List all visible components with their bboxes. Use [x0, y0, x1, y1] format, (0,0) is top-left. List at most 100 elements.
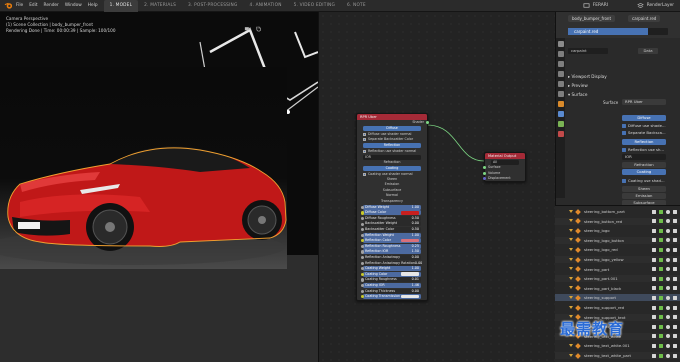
outliner-row[interactable]: steering_part	[555, 266, 680, 273]
input-socket-icon[interactable]	[361, 272, 365, 277]
material-slot-selected[interactable]: carpaint.red	[568, 28, 648, 35]
input-socket-icon[interactable]	[361, 278, 365, 282]
render-camera-icon[interactable]	[673, 209, 677, 214]
filter-funnel-icon[interactable]	[652, 238, 656, 243]
input-socket-icon[interactable]	[361, 256, 365, 260]
input-socket-icon[interactable]	[483, 171, 487, 175]
menu-file[interactable]: File	[16, 3, 23, 8]
camera-icon[interactable]	[244, 25, 251, 32]
node-input-field[interactable]: Reflection Color	[361, 238, 421, 244]
visibility-eye-icon[interactable]	[666, 353, 670, 358]
visibility-eye-icon[interactable]	[666, 324, 670, 329]
mesh-data-icon[interactable]	[659, 324, 663, 329]
node-input-field[interactable]: Reflection IOR 1.50	[361, 249, 421, 255]
node-ior-row[interactable]: IOR	[363, 154, 421, 160]
outliner-row[interactable]: steering_logo_red	[555, 246, 680, 253]
workspace-tab[interactable]: 2. MATERIALS	[138, 0, 182, 12]
coating-shader-normal-checkbox[interactable]: Coating use shad...	[622, 178, 665, 183]
node-input-field[interactable]: Coating IOR 1.46	[361, 282, 421, 288]
visibility-eye-icon[interactable]	[666, 257, 670, 262]
node-coating-row[interactable]: Coating	[363, 166, 421, 172]
mesh-data-icon[interactable]	[659, 219, 663, 224]
mesh-data-icon[interactable]	[659, 295, 663, 300]
render-camera-icon[interactable]	[673, 353, 677, 358]
reflection-shader-normal-checkbox[interactable]: Reflection use sh...	[622, 147, 664, 152]
output-target-select[interactable]: All	[491, 159, 519, 165]
node-input-field[interactable]: Reflection Anisotropy Rotation 0.00	[361, 260, 422, 266]
material-slot-list[interactable]: carpaint.red	[568, 28, 668, 35]
filter-funnel-icon[interactable]	[652, 228, 656, 233]
node-input-field[interactable]: Reflection Weight 1.00	[361, 232, 421, 238]
visibility-eye-icon[interactable]	[666, 315, 670, 320]
render-camera-icon[interactable]	[673, 219, 677, 224]
filter-funnel-icon[interactable]	[652, 295, 656, 300]
mesh-data-icon[interactable]	[659, 334, 663, 339]
tool-tab-icon[interactable]	[557, 41, 564, 47]
visibility-eye-icon[interactable]	[666, 276, 670, 281]
visibility-eye-icon[interactable]	[666, 343, 670, 348]
mesh-data-icon[interactable]	[659, 257, 663, 262]
input-socket-icon[interactable]	[361, 211, 365, 215]
input-socket-icon[interactable]	[361, 228, 365, 232]
diffuse-button[interactable]: Diffuse	[622, 115, 666, 121]
outliner-row[interactable]: steering_part_black	[555, 285, 680, 292]
sheen-button[interactable]: Sheen	[622, 186, 666, 192]
mesh-data-icon[interactable]	[659, 228, 663, 233]
menu-help[interactable]: Help	[88, 3, 98, 8]
filter-funnel-icon[interactable]	[652, 334, 656, 339]
mesh-data-icon[interactable]	[659, 353, 663, 358]
input-socket-icon[interactable]	[361, 250, 365, 254]
input-socket-icon[interactable]	[361, 295, 365, 299]
node-input-field[interactable]: Coating Color	[361, 271, 421, 277]
view-layer-selector[interactable]: RenderLayer	[636, 2, 674, 9]
filter-funnel-icon[interactable]	[652, 276, 656, 281]
workspace-tab[interactable]: 3. POST-PROCESSING	[182, 0, 244, 12]
filter-funnel-icon[interactable]	[652, 209, 656, 214]
preview-panel[interactable]: ▸ Preview	[568, 83, 588, 88]
outliner-row[interactable]: steering_bottom_part	[555, 208, 680, 215]
render-tab-icon[interactable]	[557, 51, 564, 57]
node-input-field[interactable]: Coating Weight 1.00	[361, 266, 421, 272]
menu-edit[interactable]: Edit	[29, 3, 37, 8]
mesh-data-icon[interactable]	[659, 305, 663, 310]
input-socket-icon[interactable]	[361, 284, 365, 288]
node-input-field[interactable]: Backscatter Color 0.50	[361, 227, 421, 233]
rpr-uber-node[interactable]: RPR Uber Shader Diffuse Diffuse use shade…	[356, 113, 429, 301]
visibility-eye-icon[interactable]	[666, 219, 670, 224]
mesh-data-icon[interactable]	[659, 238, 663, 243]
render-camera-icon[interactable]	[673, 305, 677, 310]
node-checkbox[interactable]: Reflection use shader normal	[357, 149, 427, 154]
object-tab[interactable]: body_bumper_front	[568, 15, 616, 22]
workspace-tab[interactable]: 4. ANIMATION	[244, 0, 288, 12]
filter-funnel-icon[interactable]	[652, 219, 656, 224]
workspace-tab[interactable]: 5. VIDEO EDITING	[288, 0, 341, 12]
render-camera-icon[interactable]	[673, 286, 677, 291]
data-tab-icon[interactable]	[557, 121, 564, 127]
node-diffuse-row[interactable]: Diffuse	[363, 125, 421, 131]
input-socket-icon[interactable]	[361, 244, 365, 249]
node-input-field[interactable]: Coating Roughness 0.01	[361, 277, 421, 283]
coating-button[interactable]: Coating	[622, 169, 666, 175]
filter-funnel-icon[interactable]	[652, 257, 656, 262]
separate-backscatter-checkbox[interactable]: Separate Backsca...	[622, 130, 666, 135]
visibility-eye-icon[interactable]	[666, 286, 670, 291]
visibility-eye-icon[interactable]	[666, 295, 670, 300]
node-input-field[interactable]: Reflection Roughness 0.25	[361, 243, 421, 249]
outliner-row[interactable]: steering_text_white_part	[555, 352, 680, 359]
surface-shader-select[interactable]: RPR Uber	[622, 99, 666, 105]
outliner-row[interactable]: steering_support_red	[555, 304, 680, 311]
input-socket-icon[interactable]	[361, 216, 365, 221]
shader-node-editor[interactable]: RPR Uber Shader Diffuse Diffuse use shade…	[318, 12, 555, 362]
visibility-eye-icon[interactable]	[666, 228, 670, 233]
outliner-row[interactable]: steering_button_red	[555, 217, 680, 225]
outliner-row[interactable]: steering_text_white.001	[555, 342, 680, 349]
scene-tab-icon[interactable]	[557, 81, 564, 87]
blender-logo-icon[interactable]	[3, 1, 13, 11]
visibility-eye-icon[interactable]	[666, 238, 670, 243]
mesh-data-icon[interactable]	[659, 209, 663, 214]
input-socket-icon[interactable]	[361, 233, 365, 237]
node-input-field[interactable]: Diffuse Roughness 0.50	[361, 215, 421, 221]
visibility-eye-icon[interactable]	[666, 305, 670, 310]
node-input-field[interactable]: Coating Transmission	[361, 294, 421, 300]
node-input-field[interactable]: Diffuse Weight 1.00	[361, 204, 421, 210]
